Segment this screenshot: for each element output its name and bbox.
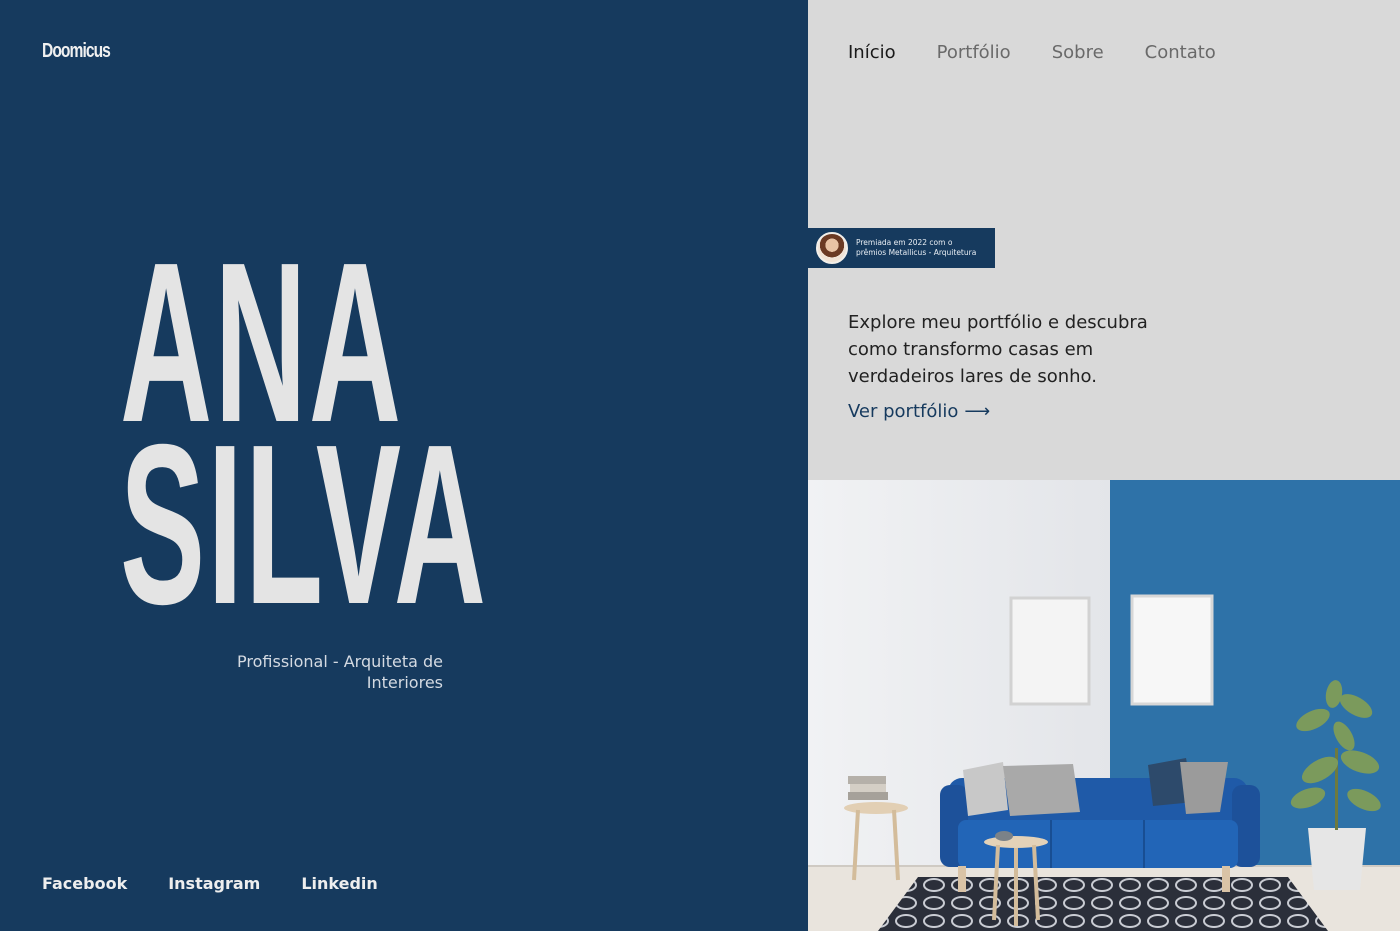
avatar: [816, 232, 848, 264]
nav-item-contato[interactable]: Contato: [1145, 42, 1216, 63]
living-room-image: [808, 480, 1400, 931]
hero-tagline: Profissional - Arquiteta de Interiores: [237, 652, 443, 692]
award-line-1: Premiada em 2022 com o: [856, 238, 953, 247]
intro-text: Explore meu portfólio e descubra como tr…: [848, 312, 1148, 387]
view-portfolio-label: Ver portfólio: [848, 401, 959, 422]
social-link-linkedin[interactable]: Linkedin: [301, 874, 377, 893]
award-text: Premiada em 2022 com o prêmios Metallicu…: [856, 238, 976, 258]
left-panel: Doomicus ANA SILVA Profissional - Arquit…: [0, 0, 808, 931]
award-badge: Premiada em 2022 com o prêmios Metallicu…: [808, 228, 995, 268]
nav-item-portfolio[interactable]: Portfólio: [937, 42, 1011, 63]
main-nav: Início Portfólio Sobre Contato: [848, 42, 1216, 63]
social-links: Facebook Instagram Linkedin: [42, 874, 378, 893]
award-line-2: prêmios Metallicus - Arquitetura: [856, 248, 977, 257]
hero-name: ANA SILVA: [120, 229, 778, 652]
hero-last-name: SILVA: [120, 398, 489, 652]
right-panel: Início Portfólio Sobre Contato Premiada …: [808, 0, 1400, 931]
view-portfolio-link[interactable]: Ver portfólio ⟶: [848, 401, 990, 422]
arrow-right-icon: ⟶: [964, 401, 990, 422]
social-link-instagram[interactable]: Instagram: [168, 874, 260, 893]
brand-logo[interactable]: Doomicus: [42, 40, 111, 63]
living-room-illustration: [808, 480, 1400, 931]
social-link-facebook[interactable]: Facebook: [42, 874, 127, 893]
nav-item-sobre[interactable]: Sobre: [1052, 42, 1104, 63]
nav-item-inicio[interactable]: Início: [848, 42, 896, 63]
